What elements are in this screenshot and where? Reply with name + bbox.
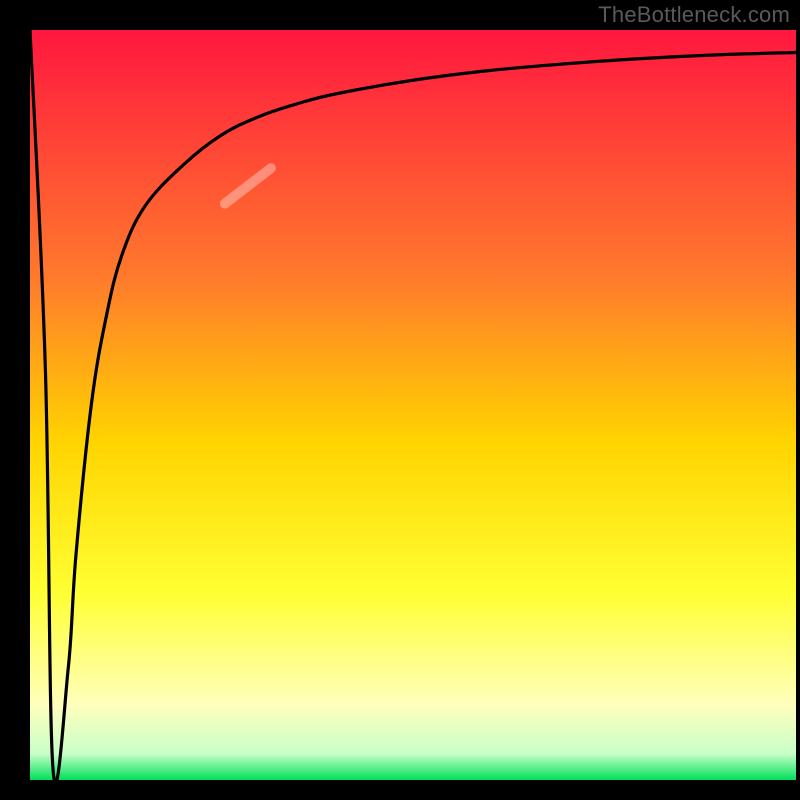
plot-svg	[30, 30, 796, 780]
chart-frame: TheBottleneck.com	[0, 0, 800, 800]
gradient-background	[30, 30, 796, 780]
plot-area	[30, 30, 796, 780]
attribution-label: TheBottleneck.com	[598, 2, 790, 28]
